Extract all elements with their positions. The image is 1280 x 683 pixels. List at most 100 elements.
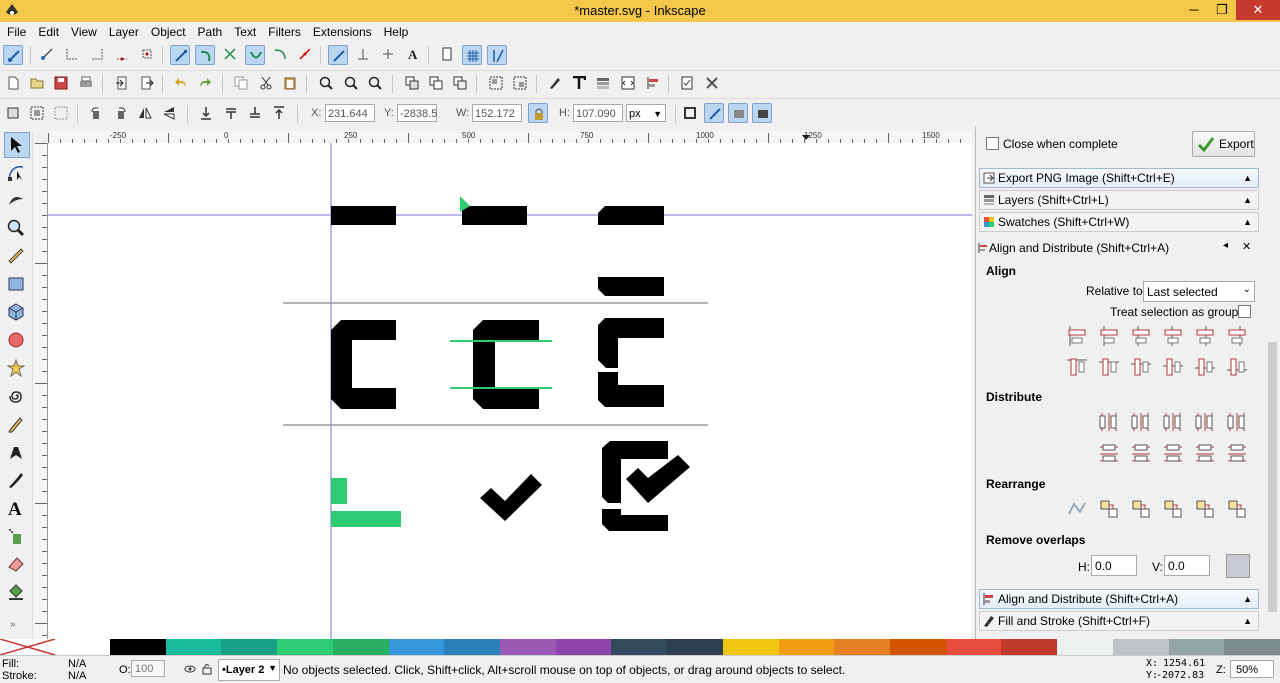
snap-guides-button[interactable] <box>487 45 507 65</box>
snap-page-border-button[interactable] <box>437 44 457 64</box>
panel-tab-layers[interactable]: Layers (Shift+Ctrl+L) ▲ <box>979 190 1259 210</box>
panel-tab-swatches[interactable]: Swatches (Shift+Ctrl+W) ▲ <box>979 212 1259 232</box>
treat-as-group-checkbox[interactable] <box>1238 305 1251 318</box>
snap-bbox-button[interactable] <box>37 44 57 64</box>
text-tool[interactable]: A <box>4 496 28 520</box>
align-center-horizontal-axis-button[interactable] <box>1128 355 1154 379</box>
color-swatch[interactable] <box>165 639 222 655</box>
scale-corners-button[interactable] <box>704 103 724 123</box>
paste-button[interactable] <box>280 73 300 93</box>
snap-text-baseline-button[interactable]: A <box>403 44 423 64</box>
maximize-button[interactable]: ❐ <box>1208 0 1236 20</box>
h-field[interactable]: 107.090 <box>573 104 623 122</box>
snap-smooth-button[interactable] <box>270 44 290 64</box>
menu-help[interactable]: Help <box>377 22 414 39</box>
snap-others-button[interactable] <box>328 45 348 65</box>
align-center-vertical-axis-button[interactable] <box>1128 324 1154 348</box>
current-layer-select[interactable]: •Layer 2 ▼ <box>218 659 280 681</box>
cut-button[interactable] <box>256 73 276 93</box>
group-button[interactable] <box>486 73 506 93</box>
unlink-clone-button[interactable] <box>450 73 470 93</box>
zoom-tool[interactable] <box>4 216 28 240</box>
overlap-v-field[interactable]: 0.0 <box>1164 555 1210 576</box>
zoom-drawing-button[interactable] <box>341 73 361 93</box>
w-field[interactable]: 152.172 <box>472 104 522 122</box>
copy-button[interactable] <box>231 73 251 93</box>
menu-filters[interactable]: Filters <box>261 22 306 39</box>
align-bottom-edges-button[interactable] <box>1160 355 1186 379</box>
menu-extensions[interactable]: Extensions <box>306 22 377 39</box>
export-button[interactable]: Export <box>1192 131 1255 157</box>
eraser-tool[interactable] <box>4 552 28 576</box>
rotate-ccw-button[interactable] <box>86 103 106 123</box>
snap-line-midpoints-button[interactable] <box>295 44 315 64</box>
color-swatch[interactable] <box>1057 639 1114 655</box>
checkbox-tick-shape[interactable] <box>626 455 690 503</box>
menu-layer[interactable]: Layer <box>102 22 144 39</box>
print-button[interactable] <box>76 73 96 93</box>
dock-scrollbar-thumb[interactable] <box>1268 342 1277 612</box>
undo-button[interactable] <box>171 73 191 93</box>
overlap-h-field[interactable]: 0.0 <box>1091 555 1137 576</box>
minimize-button[interactable]: ─ <box>1180 0 1208 20</box>
color-swatch[interactable] <box>332 639 389 655</box>
lock-layer-icon[interactable] <box>202 663 212 675</box>
color-swatch[interactable] <box>1001 639 1058 655</box>
snap-bbox-corners-button[interactable] <box>87 44 107 64</box>
move-patterns-button[interactable] <box>752 103 772 123</box>
raise-button[interactable] <box>245 103 265 123</box>
snap-object-midpoint-button[interactable] <box>353 44 373 64</box>
c-bottom-shape[interactable] <box>598 372 664 407</box>
lower-bottom-button[interactable] <box>196 103 216 123</box>
relative-to-select[interactable]: Last selected ⌄ <box>1143 281 1255 302</box>
document-properties-button[interactable] <box>677 73 697 93</box>
panel-menu-icon[interactable]: ◂ <box>1223 240 1228 251</box>
toolbox-more-icon[interactable]: » <box>10 619 16 630</box>
distribute-baselines-v-button[interactable] <box>1224 442 1250 466</box>
selector-tool[interactable] <box>4 132 30 158</box>
rearrange-graph-button[interactable] <box>1224 497 1250 521</box>
menu-view[interactable]: View <box>64 22 102 39</box>
select-all-layers-button[interactable] <box>27 103 47 123</box>
rotate-cw-button[interactable] <box>111 103 131 123</box>
drawing-canvas[interactable] <box>48 143 972 639</box>
x-field[interactable]: 231.644 <box>325 104 375 122</box>
distribute-gaps-v-button[interactable] <box>1192 442 1218 466</box>
bucket-tool[interactable] <box>4 580 28 604</box>
snap-paths-button[interactable] <box>195 45 215 65</box>
unit-select[interactable]: px ▼ <box>626 104 666 122</box>
color-swatch[interactable] <box>444 639 501 655</box>
exchange-positions-z-button[interactable] <box>1096 497 1122 521</box>
c-shape[interactable] <box>473 320 539 409</box>
remove-overlaps-button[interactable] <box>1226 554 1250 578</box>
new-document-button[interactable] <box>3 73 23 93</box>
lock-proportions-button[interactable] <box>528 103 548 123</box>
flip-horizontal-button[interactable] <box>135 103 155 123</box>
snap-rotation-center-button[interactable] <box>378 44 398 64</box>
color-swatch[interactable] <box>500 639 556 655</box>
checkbox-bottom-shape[interactable] <box>602 509 668 531</box>
color-swatch[interactable] <box>555 639 612 655</box>
snap-bbox-edges-button[interactable] <box>62 44 82 64</box>
align-baseline-horizontal-button[interactable] <box>1224 324 1250 348</box>
align-distribute-button[interactable] <box>643 73 663 93</box>
align-left-to-right-edge-button[interactable] <box>1192 324 1218 348</box>
menu-text[interactable]: Text <box>227 22 261 39</box>
snap-bbox-center-button[interactable] <box>137 44 157 64</box>
3d-box-tool[interactable] <box>4 300 28 324</box>
exchange-positions-button[interactable] <box>1064 497 1090 521</box>
close-window-button[interactable]: ✕ <box>1236 0 1280 20</box>
save-button[interactable] <box>51 73 71 93</box>
deselect-button[interactable] <box>51 103 71 123</box>
color-swatch[interactable] <box>890 639 946 655</box>
close-panel-icon[interactable]: ✕ <box>1242 240 1251 253</box>
exchange-positions-clockwise-button[interactable] <box>1128 497 1154 521</box>
panel-tab-export-png[interactable]: Export PNG Image (Shift+Ctrl+E) ▲ <box>979 168 1259 188</box>
vertical-ruler[interactable] <box>33 143 48 639</box>
flip-vertical-button[interactable] <box>159 103 179 123</box>
bar-shape[interactable] <box>462 206 527 225</box>
measure-tool[interactable] <box>4 244 28 268</box>
fill-stroke-button[interactable] <box>545 73 565 93</box>
canvas-scrollbar[interactable] <box>962 143 972 639</box>
chamfered-bar-shape[interactable] <box>598 277 664 296</box>
